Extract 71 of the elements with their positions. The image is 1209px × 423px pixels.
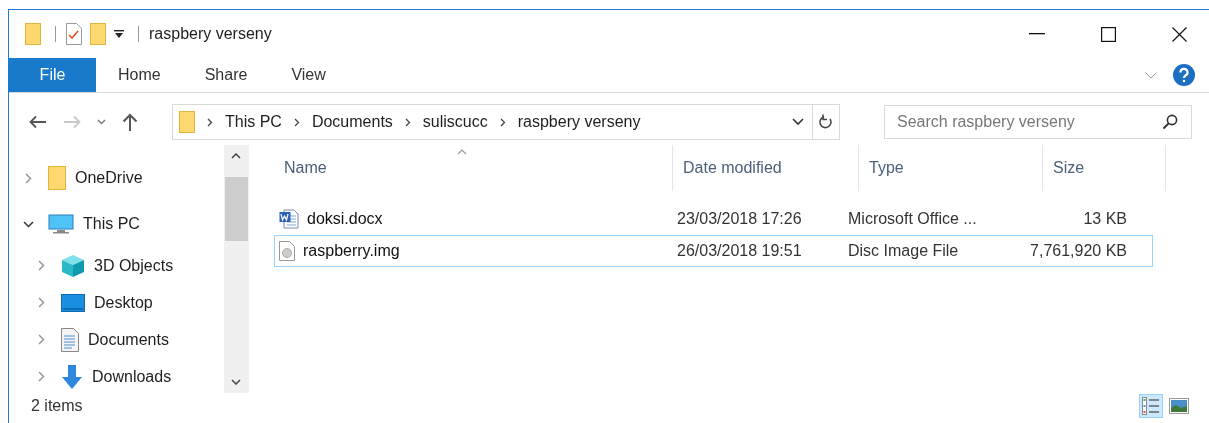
date-modified: 23/03/2018 17:26 [677, 210, 802, 228]
breadcrumb[interactable]: This PC [225, 113, 282, 131]
maximize-icon[interactable] [1101, 26, 1116, 42]
window-title: raspbery verseny [149, 25, 272, 43]
chevron-right-icon[interactable] [207, 117, 213, 127]
expanded-chevron-icon[interactable] [23, 220, 34, 228]
column-header[interactable]: Name [284, 159, 327, 177]
collapsed-chevron-icon[interactable] [38, 260, 45, 271]
collapsed-chevron-icon[interactable] [25, 172, 32, 184]
column-header[interactable]: Type [869, 159, 904, 177]
breadcrumb[interactable]: suliscucc [422, 113, 488, 131]
tree-item[interactable]: Desktop [94, 293, 153, 312]
file-size: 7,761,920 KB [1030, 242, 1127, 260]
dropdown-icon[interactable] [792, 118, 804, 126]
document-icon [61, 327, 79, 352]
file-type: Disc Image File [848, 242, 959, 260]
cube-icon [61, 253, 85, 278]
properties-icon[interactable] [66, 23, 82, 45]
sort-ascending-icon [457, 149, 467, 155]
folder-icon [48, 166, 66, 190]
close-icon[interactable] [1172, 26, 1187, 42]
file-size: 13 KB [1083, 210, 1127, 228]
up-arrow-icon[interactable] [122, 113, 138, 131]
ribbon-tab[interactable]: Home [96, 58, 183, 92]
collapsed-chevron-icon[interactable] [38, 334, 45, 345]
ribbon-tab[interactable]: File [9, 58, 96, 92]
monitor-icon [48, 214, 74, 234]
breadcrumb[interactable]: raspbery verseny [517, 113, 641, 131]
scrollbar[interactable] [224, 145, 248, 393]
column-header[interactable]: Size [1053, 159, 1085, 177]
minimize-icon[interactable] [1029, 33, 1045, 35]
breadcrumb[interactable]: Documents [311, 113, 393, 131]
refresh-icon[interactable] [819, 114, 833, 130]
column-header[interactable]: Date modified [683, 159, 782, 177]
ribbon-tab[interactable]: View [269, 58, 348, 92]
details-view-button[interactable] [1139, 394, 1163, 418]
thumbnails-view-button[interactable] [1167, 396, 1191, 416]
download-arrow-icon [61, 364, 83, 389]
tree-item[interactable]: Documents [88, 330, 169, 349]
address-bar[interactable]: This PC Documents suliscucc raspbery verseny [172, 104, 840, 140]
tree-item[interactable]: This PC [83, 215, 140, 233]
search-field[interactable]: Search raspbery verseny [884, 105, 1192, 139]
file-type: Microsoft Office ... [848, 210, 977, 228]
tree-item[interactable]: Downloads [92, 367, 172, 386]
help-icon[interactable] [1173, 64, 1195, 86]
search-icon [1162, 114, 1178, 130]
chevron-right-icon[interactable] [404, 117, 411, 127]
collapsed-chevron-icon[interactable] [38, 297, 45, 308]
expand-ribbon-icon[interactable] [1145, 71, 1157, 79]
tree-item[interactable]: OneDrive [75, 169, 143, 187]
ribbon-tab[interactable]: Share [182, 58, 270, 92]
customize-dropdown-icon[interactable] [114, 29, 124, 39]
tree-item[interactable]: 3D Objects [94, 256, 174, 275]
item-count: 2 items [31, 397, 83, 415]
folder-icon [179, 111, 195, 133]
file-name: raspberry.img [303, 242, 400, 260]
scroll-thumb[interactable] [224, 177, 248, 241]
file-row[interactable]: raspberry.img 26/03/2018 19:51 Disc Image File 7,761,920 KB [274, 235, 1153, 267]
word-document-icon [279, 209, 299, 229]
chevron-right-icon[interactable] [499, 117, 506, 127]
back-arrow-icon[interactable] [29, 115, 47, 129]
desktop-icon [61, 293, 85, 312]
disc-file-icon [279, 241, 295, 261]
file-name: doksi.docx [307, 210, 383, 228]
scroll-down-icon[interactable] [231, 379, 241, 385]
file-row[interactable]: doksi.docx 23/03/2018 17:26 Microsoft Office ... 13 KB [274, 203, 1153, 235]
chevron-right-icon[interactable] [293, 117, 300, 127]
date-modified: 26/03/2018 19:51 [677, 242, 802, 260]
collapsed-chevron-icon[interactable] [38, 371, 45, 382]
scroll-up-icon[interactable] [231, 153, 241, 159]
recent-dropdown-icon[interactable] [97, 119, 106, 125]
